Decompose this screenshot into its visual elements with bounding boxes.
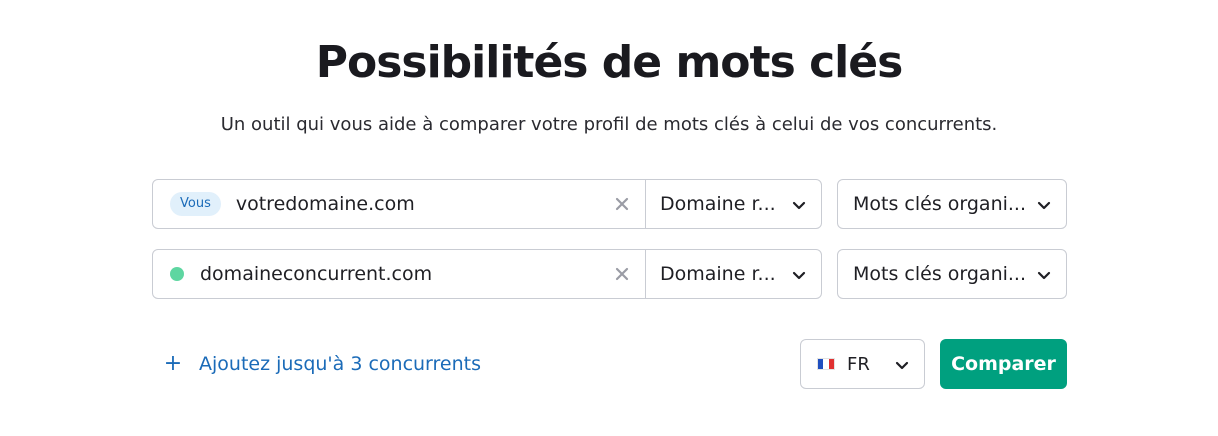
domain-scope-select[interactable]: Domaine r... (646, 250, 821, 298)
chevron-down-icon (792, 271, 806, 280)
chevron-down-icon (792, 201, 806, 210)
keyword-type-value: Mots clés organi... (853, 263, 1027, 285)
keyword-type-select[interactable]: Mots clés organi... (837, 179, 1067, 229)
domain-input-value: votredomaine.com (235, 193, 415, 215)
chevron-down-icon (1037, 271, 1051, 280)
domain-scope-value: Domaine r... (660, 263, 776, 285)
close-icon[interactable] (612, 264, 632, 284)
domain-input[interactable]: domaineconcurrent.com (153, 250, 645, 298)
language-value: FR (847, 353, 870, 375)
domain-input[interactable]: Vous votredomaine.com (153, 180, 645, 228)
competitor-color-dot (170, 267, 184, 281)
page-title: Possibilités de mots clés (315, 37, 904, 88)
domain-scope-select[interactable]: Domaine r... (646, 180, 821, 228)
domain-combo-field: Vous votredomaine.com Domaine r... (152, 179, 822, 229)
france-flag-icon (817, 358, 835, 370)
domain-scope-value: Domaine r... (660, 193, 776, 215)
domain-row-competitor: domaineconcurrent.com Domaine r... Mots … (152, 249, 1067, 299)
domain-row-you: Vous votredomaine.com Domaine r... Mots … (152, 179, 1067, 229)
close-icon[interactable] (612, 194, 632, 214)
domain-combo-field: domaineconcurrent.com Domaine r... (152, 249, 822, 299)
add-competitors-link[interactable]: + Ajoutez jusqu'à 3 concurrents (163, 350, 481, 378)
domain-input-value: domaineconcurrent.com (200, 263, 433, 285)
compare-button[interactable]: Comparer (940, 339, 1067, 389)
keyword-type-select[interactable]: Mots clés organi... (837, 249, 1067, 299)
plus-icon: + (163, 351, 183, 376)
page-subtitle: Un outil qui vous aide à comparer votre … (220, 114, 998, 135)
chevron-down-icon (1037, 201, 1051, 210)
language-select[interactable]: FR (800, 339, 925, 389)
chevron-down-icon (895, 361, 909, 370)
keyword-type-value: Mots clés organi... (853, 193, 1027, 215)
you-badge: Vous (170, 192, 221, 216)
add-competitors-label: Ajoutez jusqu'à 3 concurrents (199, 353, 482, 375)
